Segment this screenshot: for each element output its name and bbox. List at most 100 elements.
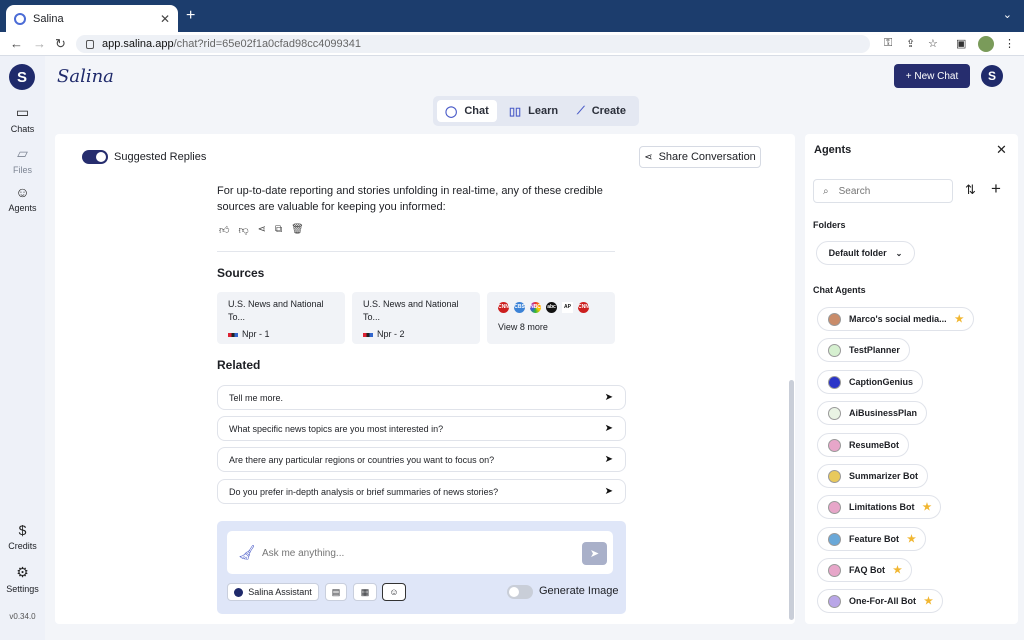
back-arrow-icon[interactable]: ←: [10, 36, 23, 51]
agent-avatar: [828, 469, 841, 483]
thumbs-up-icon[interactable]: 👍︎: [219, 224, 229, 236]
related-question[interactable]: What specific news topics are you most i…: [217, 416, 626, 441]
reload-icon[interactable]: ↻: [55, 36, 66, 52]
related-question[interactable]: Tell me more. ➤: [217, 385, 626, 410]
sidebar-toggle-icon[interactable]: ▣: [956, 37, 966, 50]
trash-icon[interactable]: 🗑︎: [291, 224, 304, 236]
person-icon: ☺: [389, 587, 399, 597]
media-button[interactable]: ▦: [353, 583, 377, 601]
agents-panel: Agents ✕ ⌕ ⇅ + Folders Default folder ⌄ …: [805, 134, 1018, 624]
chat-agents-heading: Chat Agents: [813, 285, 866, 295]
star-icon[interactable]: ★: [907, 534, 916, 545]
nbc-logo-icon: NBC: [530, 302, 541, 313]
tab-label: Create: [591, 105, 626, 117]
browser-profile-avatar[interactable]: [978, 36, 994, 52]
close-tab-icon[interactable]: ✕: [160, 12, 170, 26]
share-conversation-button[interactable]: ⋖ Share Conversation: [639, 146, 761, 168]
generate-image-toggle[interactable]: [507, 585, 533, 599]
agent-avatar: [828, 406, 841, 420]
agent-chip[interactable]: Marco's social media... ★: [817, 307, 974, 331]
tab-label: Chat: [464, 105, 489, 117]
persona-button[interactable]: ☺: [382, 583, 406, 601]
agent-chip[interactable]: One-For-All Bot ★: [817, 589, 943, 613]
url-field[interactable]: app.salina.app/chat?rid=65e02f1a0cfad98c…: [76, 35, 870, 53]
share-icon[interactable]: ⋖: [258, 224, 266, 236]
star-icon[interactable]: ★: [924, 596, 933, 607]
chevron-down-icon[interactable]: ⌄: [1003, 8, 1012, 21]
source-card[interactable]: U.S. News and National To... Npr - 1: [217, 292, 345, 344]
app-version: v0.34.0: [9, 612, 36, 621]
view-more-link[interactable]: View 8 more: [498, 321, 604, 334]
agent-chip[interactable]: ResumeBot: [817, 433, 910, 457]
magic-wand-icon: ⟋: [577, 104, 585, 117]
source-meta: Npr - 2: [377, 329, 405, 339]
sidebar-item-settings[interactable]: ⚙ Settings: [0, 564, 45, 594]
salina-logo-icon: [234, 587, 244, 597]
suggested-replies-toggle[interactable]: [82, 150, 108, 164]
agent-chip[interactable]: Summarizer Bot: [817, 464, 929, 488]
salina-favicon-icon: [14, 12, 26, 25]
agent-avatar: [828, 312, 841, 326]
sidebar-item-label: Settings: [6, 584, 39, 594]
agent-chip[interactable]: Feature Bot ★: [817, 527, 926, 551]
source-logos: CNN CBS NBC abc AP CNN: [498, 302, 604, 313]
address-bar: ← → ↻ app.salina.app/chat?rid=65e02f1a0c…: [0, 32, 1024, 56]
thumbs-down-icon[interactable]: 👎︎: [238, 224, 248, 236]
sort-icon[interactable]: ⇅: [965, 182, 976, 198]
share-icon[interactable]: ⇪: [906, 37, 915, 50]
browser-menu-icon[interactable]: ⋮: [1004, 37, 1015, 50]
salina-logo-icon[interactable]: S: [9, 64, 35, 90]
npr-logo-icon: [228, 332, 238, 337]
message-input-box: 🧹︎ ➤: [227, 531, 613, 574]
sidebar-item-label: Credits: [8, 541, 37, 551]
key-icon[interactable]: ⚿: [884, 37, 892, 50]
agent-chip[interactable]: AiBusinessPlan: [817, 401, 928, 425]
new-tab-button[interactable]: +: [186, 7, 195, 25]
related-question[interactable]: Are there any particular regions or coun…: [217, 447, 626, 472]
sidebar-item-label: Agents: [8, 203, 37, 213]
forward-arrow-icon[interactable]: →: [33, 36, 46, 51]
copy-icon[interactable]: ⧉: [275, 224, 282, 236]
user-avatar[interactable]: S: [981, 65, 1003, 87]
agent-chip[interactable]: CaptionGenius: [817, 370, 924, 394]
new-chat-button[interactable]: + New Chat: [894, 64, 970, 88]
tab-create[interactable]: ⟋ Create: [569, 100, 634, 122]
bookmark-star-icon[interactable]: ☆: [928, 37, 938, 50]
sidebar-item-agents[interactable]: ☺ Agents: [0, 184, 45, 213]
chat-scrollbar[interactable]: [789, 380, 794, 620]
agent-search[interactable]: ⌕: [813, 179, 953, 203]
sidebar-item-label: Files: [12, 165, 32, 175]
broom-icon[interactable]: 🧹︎: [238, 544, 256, 561]
source-card[interactable]: U.S. News and National To... Npr - 2: [352, 292, 480, 344]
related-question-text: Do you prefer in-depth analysis or brief…: [229, 486, 499, 497]
lock-icon: [86, 39, 94, 49]
agents-panel-title: Agents: [814, 144, 852, 156]
star-icon[interactable]: ★: [955, 314, 964, 325]
tab-learn[interactable]: ▯▯ Learn: [501, 100, 566, 122]
message-input[interactable]: [262, 548, 562, 559]
tab-chat[interactable]: ◯ Chat: [437, 100, 497, 122]
folder-dropdown[interactable]: Default folder ⌄: [816, 241, 915, 265]
source-meta: Npr - 1: [242, 329, 270, 339]
sidebar-item-credits[interactable]: $ Credits: [0, 522, 45, 551]
agent-search-input[interactable]: [838, 185, 929, 197]
star-icon[interactable]: ★: [923, 502, 932, 513]
more-sources-card[interactable]: CNN CBS NBC abc AP CNN View 8 more: [487, 292, 615, 344]
agent-name: Summarizer Bot: [849, 471, 919, 481]
star-icon[interactable]: ★: [893, 565, 902, 576]
send-button[interactable]: ➤: [582, 542, 607, 565]
agent-chip[interactable]: TestPlanner: [817, 338, 910, 362]
sidebar-item-chats[interactable]: ▭ Chats: [0, 104, 45, 134]
sidebar-item-files[interactable]: ▱ Files: [0, 145, 45, 175]
url-path: /chat?rid=65e02f1a0cfad98cc4099341: [173, 38, 362, 50]
agent-chip[interactable]: Limitations Bot ★: [817, 495, 942, 519]
person-icon: ☺: [15, 184, 30, 200]
document-button[interactable]: ▤: [325, 583, 347, 601]
assistant-selector[interactable]: Salina Assistant: [227, 583, 319, 601]
add-agent-icon[interactable]: +: [991, 179, 1001, 199]
agent-chip[interactable]: FAQ Bot ★: [817, 558, 912, 582]
close-icon[interactable]: ✕: [996, 142, 1007, 158]
related-question[interactable]: Do you prefer in-depth analysis or brief…: [217, 479, 626, 504]
browser-tab[interactable]: Salina ✕: [6, 5, 178, 32]
agent-name: Feature Bot: [849, 534, 900, 544]
